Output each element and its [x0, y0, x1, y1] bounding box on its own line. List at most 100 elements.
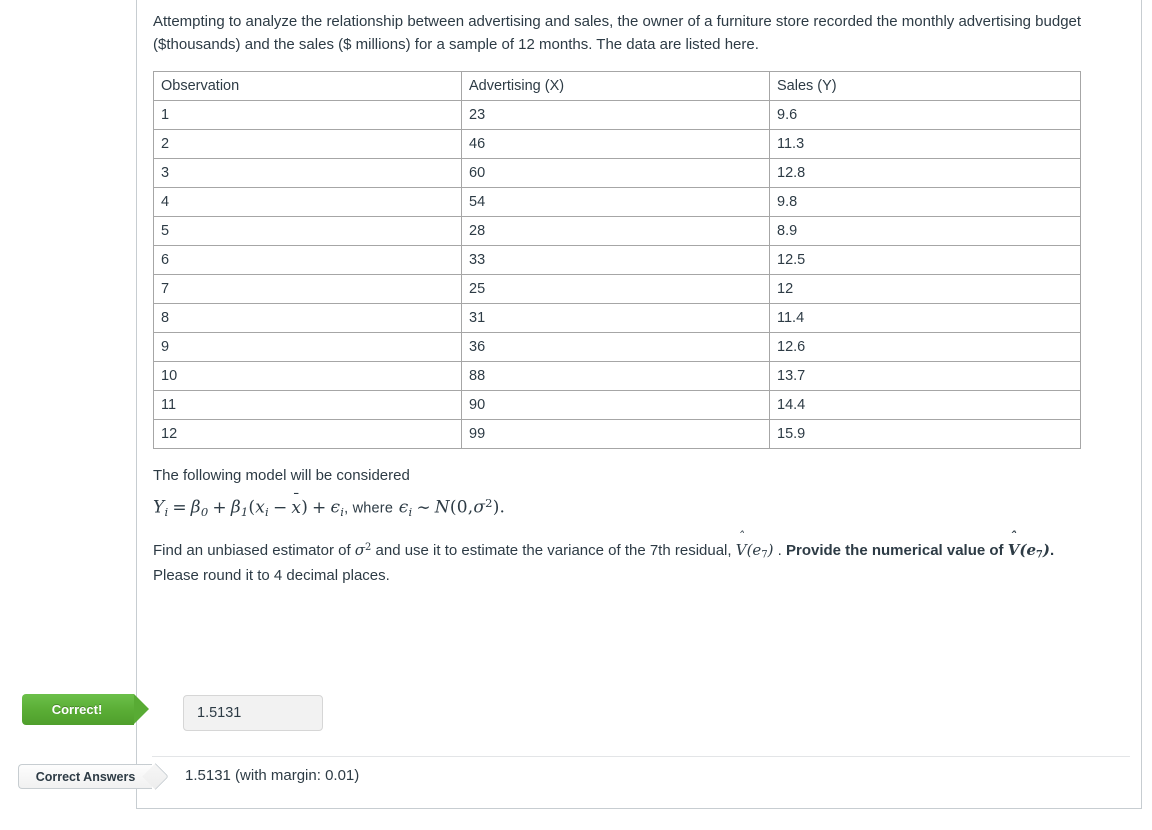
- formula-x: x: [255, 497, 266, 518]
- cell-sales: 15.9: [769, 418, 1081, 449]
- cell-advertising: 25: [461, 273, 770, 304]
- quiz-question-page: Attempting to analyze the relationship b…: [0, 0, 1152, 830]
- table-row: 12 99 15.9: [153, 418, 1081, 449]
- formula-normal-args-open: (0,: [449, 497, 474, 518]
- cell-advertising: 33: [461, 244, 770, 275]
- cell-sales: 12.8: [769, 157, 1081, 188]
- table-row: 1 23 9.6: [153, 99, 1081, 130]
- prompt-bold-instruction: Provide the numerical value of V ˆ (e7).: [785, 532, 1055, 562]
- correct-answers-row: Correct Answers 1.5131 (with margin: 0.0…: [0, 764, 1152, 804]
- cell-advertising: 60: [461, 157, 770, 188]
- model-lead-text: The following model will be considered: [153, 466, 410, 484]
- table-header-observation: Observation: [153, 70, 462, 101]
- table-row: 4 54 9.8: [153, 186, 1081, 217]
- cell-sales: 14.4: [769, 389, 1081, 420]
- status-badge-correct: Correct!: [22, 694, 149, 725]
- cell-observation: 7: [153, 273, 462, 304]
- table-header-sales: Sales (Y): [769, 70, 1081, 101]
- cell-observation: 3: [153, 157, 462, 188]
- table-row: 6 33 12.5: [153, 244, 1081, 275]
- formula-minus: −: [272, 497, 288, 518]
- prompt-bold-lead: Provide the numerical value of: [785, 542, 1008, 560]
- cell-sales: 12.5: [769, 244, 1081, 275]
- formula-epsilon: ϵ: [330, 497, 341, 518]
- result-row: Correct! 1.5131: [0, 694, 1152, 744]
- overbar-glyph: ¯: [292, 489, 301, 508]
- vhat-args-open-bold: (e: [1019, 541, 1036, 560]
- vhat-wrapper: Vˆ: [736, 532, 747, 562]
- answers-divider: [152, 756, 1130, 757]
- question-body: Attempting to analyze the relationship b…: [153, 10, 1095, 588]
- cell-observation: 11: [153, 389, 462, 420]
- prompt-vhat-e7-bold: V ˆ (e7): [1008, 532, 1050, 562]
- formula-normal-N: N: [434, 497, 450, 518]
- table-row: 5 28 8.9: [153, 215, 1081, 246]
- formula-Y: Y: [153, 497, 165, 518]
- formula-plus-2: +: [312, 497, 327, 518]
- prompt-segment-2: and use it to estimate the variance of t…: [371, 542, 736, 560]
- vhat-args-close-bold: ): [1042, 541, 1050, 560]
- table-row: 2 46 11.3: [153, 128, 1081, 159]
- prompt-segment-4: Please round it to 4 decimal places.: [153, 566, 390, 584]
- formula-sigma: σ: [473, 497, 486, 518]
- formula-where-text: , where: [344, 500, 394, 517]
- vhat-wrapper-bold: Vˆ: [1008, 532, 1020, 562]
- cell-sales: 9.8: [769, 186, 1081, 217]
- correct-answers-badge-label: Correct Answers: [35, 769, 136, 784]
- cell-advertising: 54: [461, 186, 770, 217]
- vhat-args-open: (e: [746, 541, 762, 560]
- prompt-segment-1: Find an unbiased estimator of: [153, 542, 355, 560]
- cell-observation: 4: [153, 186, 462, 217]
- cell-observation: 12: [153, 418, 462, 449]
- cell-observation: 8: [153, 302, 462, 333]
- table-row: 11 90 14.4: [153, 389, 1081, 420]
- hat-glyph-bold: ˆ: [1010, 530, 1017, 546]
- correct-answer-value: 1.5131 (with margin: 0.01): [185, 767, 360, 784]
- regression-model-formula: Yi = β0 + β1(xi − x ¯) + ϵi, where ϵi ∼ N(0,σ2).: [153, 491, 1095, 521]
- table-row: 3 60 12.8: [153, 157, 1081, 188]
- cell-advertising: 90: [461, 389, 770, 420]
- table-row: 9 36 12.6: [153, 331, 1081, 362]
- prompt-sigma-base: σ: [354, 541, 366, 560]
- cell-observation: 2: [153, 128, 462, 159]
- cell-sales: 13.7: [769, 360, 1081, 391]
- cell-advertising: 88: [461, 360, 770, 391]
- cell-sales: 12.6: [769, 331, 1081, 362]
- formula-xbar: x ¯: [291, 491, 301, 521]
- formula-epsilon-2: ϵ: [398, 497, 409, 518]
- prompt-segment-3: .: [773, 542, 786, 560]
- cell-observation: 1: [153, 99, 462, 130]
- cell-sales: 9.6: [769, 99, 1081, 130]
- cell-observation: 6: [153, 244, 462, 275]
- prompt-sigma-squared: σ2: [355, 541, 372, 559]
- status-badge-label: Correct!: [51, 702, 103, 717]
- vhat-residual-index-bold: 7: [1036, 549, 1043, 561]
- formula-sigma-exponent: 2: [485, 496, 493, 510]
- formula-tilde: ∼: [416, 497, 431, 518]
- question-intro-text: Attempting to analyze the relationship b…: [153, 13, 1082, 54]
- table-header-row: Observation Advertising (X) Sales (Y): [153, 70, 1081, 101]
- cell-advertising: 46: [461, 128, 770, 159]
- cell-sales: 11.3: [769, 128, 1081, 159]
- cell-advertising: 23: [461, 99, 770, 130]
- formula-normal-args-close: ).: [492, 497, 506, 518]
- submitted-answer-field[interactable]: 1.5131: [183, 695, 323, 731]
- formula-beta0: β: [190, 497, 201, 518]
- table-row: 8 31 11.4: [153, 302, 1081, 333]
- cell-advertising: 36: [461, 331, 770, 362]
- hat-glyph: ˆ: [737, 530, 745, 546]
- prompt-bold-tail: .: [1049, 542, 1055, 560]
- question-prompt: Find an unbiased estimator of σ2 and use…: [153, 532, 1095, 587]
- cell-observation: 9: [153, 331, 462, 362]
- formula-beta1: β: [230, 497, 241, 518]
- cell-advertising: 99: [461, 418, 770, 449]
- cell-observation: 10: [153, 360, 462, 391]
- table-row: 10 88 13.7: [153, 360, 1081, 391]
- cell-advertising: 31: [461, 302, 770, 333]
- correct-answers-badge: Correct Answers: [18, 764, 152, 789]
- cell-sales: 12: [769, 273, 1081, 304]
- formula-plus-1: +: [212, 497, 227, 518]
- table-row: 7 25 12: [153, 273, 1081, 304]
- formula-equals: =: [172, 497, 187, 518]
- cell-sales: 11.4: [769, 302, 1081, 333]
